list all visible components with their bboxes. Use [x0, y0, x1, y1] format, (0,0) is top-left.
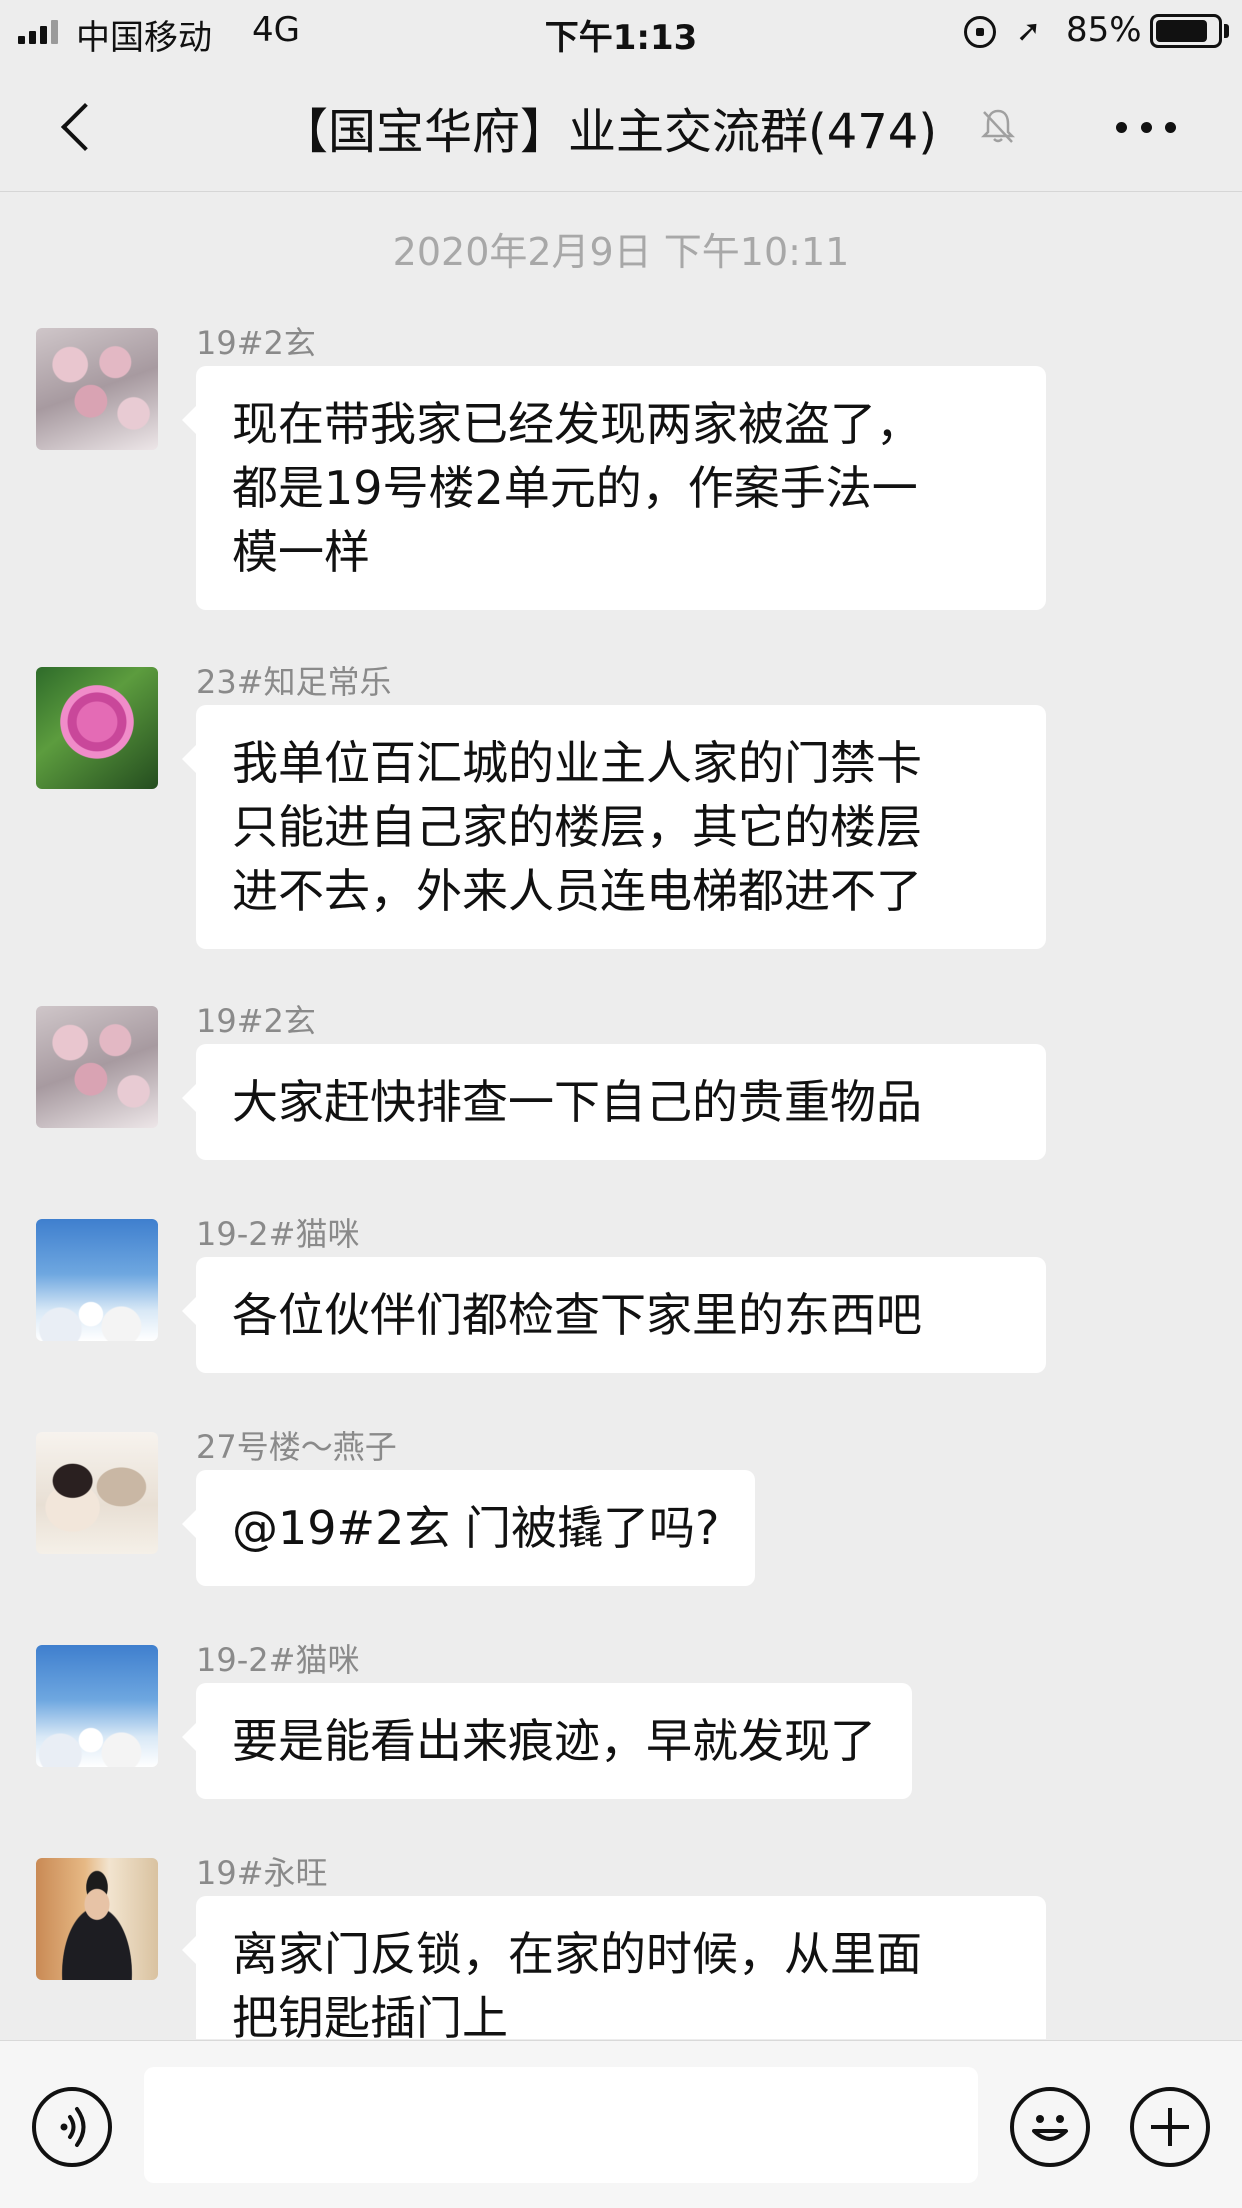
message-text: 现在带我家已经发现两家被盗了， 都是19号楼2单元的，作案手法一 模一样 [232, 397, 922, 579]
rotation-lock-icon [964, 16, 996, 48]
avatar[interactable] [36, 1432, 158, 1554]
message-text: 要是能看出来痕迹，早就发现了 [232, 1714, 876, 1768]
message-text: 大家赶快排查一下自己的贵重物品 [232, 1075, 922, 1129]
message-bubble[interactable]: 各位伙伴们都检查下家里的东西吧 [182, 1257, 1046, 1373]
plus-icon[interactable] [1130, 2087, 1210, 2167]
battery-percent: 85% [1066, 10, 1142, 50]
sender-name: 19-2#猫咪 [196, 1215, 360, 1253]
sender-name: 19#永旺 [196, 1854, 328, 1892]
chat-title: 【国宝华府】业主交流群(474) [280, 104, 938, 160]
sender-name: 19#2玄 [196, 1002, 316, 1040]
message-text: 各位伙伴们都检查下家里的东西吧 [232, 1288, 922, 1342]
status-time: 下午1:13 [544, 18, 698, 58]
battery-tip [1224, 24, 1229, 38]
message-bubble[interactable]: 现在带我家已经发现两家被盗了， 都是19号楼2单元的，作案手法一 模一样 [182, 366, 1046, 610]
avatar[interactable] [36, 667, 158, 789]
message-bubble[interactable]: @19#2玄 门被撬了吗? [181, 1470, 756, 1586]
input-bar [0, 2040, 1242, 2208]
message-text: @19#2玄 门被撬了吗? [232, 1501, 720, 1555]
battery-fill [1156, 20, 1207, 42]
voice-icon[interactable] [32, 2087, 112, 2167]
avatar[interactable] [36, 1645, 158, 1767]
message-text: 离家门反锁，在家的时候，从里面 把钥匙插门上 [232, 1927, 922, 2039]
battery-icon [1150, 14, 1222, 48]
message-bubble[interactable]: 我单位百汇城的业主人家的门禁卡 只能进自己家的楼层，其它的楼层 进不去，外来人员… [182, 705, 1046, 949]
sender-name: 23#知足常乐 [196, 663, 392, 701]
message-list[interactable]: 2020年2月9日 下午10:11 19#2玄 现在带我家已经发现两家被盗了， … [0, 193, 1242, 2039]
avatar[interactable] [36, 1006, 158, 1128]
mute-bell-icon [980, 109, 1016, 143]
chat-timestamp: 2020年2月9日 下午10:11 [392, 230, 850, 274]
sender-name: 19-2#猫咪 [196, 1641, 360, 1679]
more-icon[interactable] [1116, 112, 1176, 142]
message-input[interactable] [144, 2067, 978, 2183]
emoji-icon[interactable] [1010, 2087, 1090, 2167]
chat-header: 【国宝华府】业主交流群(474) [0, 62, 1242, 192]
location-arrow-icon: ➚ [1016, 14, 1042, 49]
status-bar: 中国移动 4G 下午1:13 ➚ 85% [0, 0, 1242, 62]
message-text: 我单位百汇城的业主人家的门禁卡 只能进自己家的楼层，其它的楼层 进不去，外来人员… [232, 736, 922, 918]
avatar[interactable] [36, 328, 158, 450]
smiley-face-icon [1032, 2115, 1068, 2141]
avatar[interactable] [36, 1858, 158, 1980]
message-bubble[interactable]: 大家赶快排查一下自己的贵重物品 [182, 1044, 1046, 1160]
message-bubble[interactable]: 离家门反锁，在家的时候，从里面 把钥匙插门上 [182, 1896, 1046, 2039]
avatar[interactable] [36, 1219, 158, 1341]
voice-wave-icon [60, 2107, 86, 2147]
sender-name: 19#2玄 [196, 324, 316, 362]
message-bubble[interactable]: 要是能看出来痕迹，早就发现了 [182, 1683, 912, 1799]
sender-name: 27号楼～燕子 [196, 1428, 397, 1466]
back-icon[interactable] [54, 98, 114, 158]
